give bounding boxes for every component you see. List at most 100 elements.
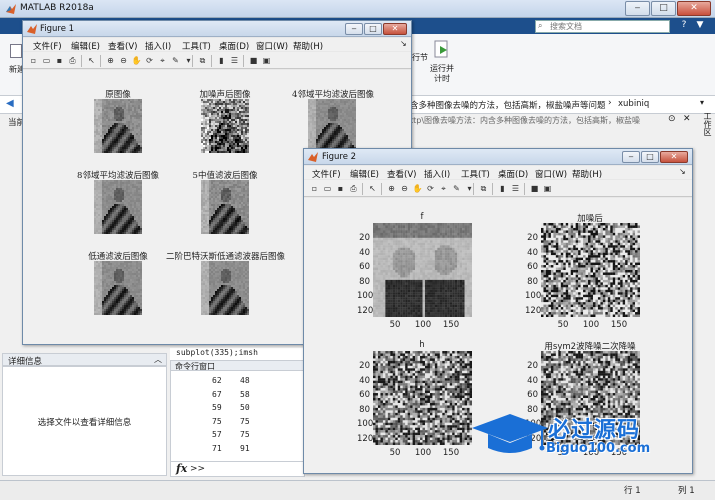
- cmd-output-cell: 71: [212, 443, 222, 453]
- rotate-icon[interactable]: ⟳: [144, 55, 155, 66]
- command-window[interactable]: [170, 371, 305, 461]
- figure1-menu-item[interactable]: 文件(F): [33, 40, 62, 52]
- figure2-menu-item[interactable]: 编辑(E): [350, 168, 379, 180]
- y-tick-label: 60: [527, 390, 538, 400]
- path-user-segment[interactable]: xubiniq: [618, 99, 649, 109]
- figure2-menu-item[interactable]: 文件(F): [312, 168, 341, 180]
- figure2-maximize-button[interactable]: □: [641, 151, 659, 163]
- figure1-minimize-button[interactable]: ‒: [345, 23, 363, 35]
- documentation-search-input[interactable]: 搜索文档: [535, 20, 670, 33]
- figure1-menu-item[interactable]: 插入(I): [145, 40, 171, 52]
- status-row: 行 1: [624, 486, 641, 496]
- toolbar-separator: [473, 183, 474, 195]
- expand-icon[interactable]: ▼: [692, 20, 708, 33]
- figure2-menu-item[interactable]: 查看(V): [387, 168, 416, 180]
- zoom-in-icon[interactable]: ⊕: [105, 55, 116, 66]
- editor-close-icon[interactable]: ✕: [683, 114, 691, 124]
- figure1-dock-icon[interactable]: ↘: [400, 39, 407, 48]
- hide-tools-icon[interactable]: ■: [529, 183, 540, 194]
- link-plot-icon[interactable]: ⧉: [197, 55, 208, 66]
- close-button[interactable]: ✕: [677, 1, 711, 16]
- zoom-out-icon[interactable]: ⊖: [399, 183, 410, 194]
- function-browser-icon[interactable]: fx: [176, 462, 187, 475]
- legend-icon[interactable]: ☰: [510, 183, 521, 194]
- figure1-menu-item[interactable]: 帮助(H): [293, 40, 323, 52]
- watermark-title: 必过源码: [548, 418, 641, 443]
- workspace-side-tab[interactable]: 工作区: [695, 112, 713, 152]
- run-and-time-button[interactable]: 运行并 计时: [427, 64, 457, 84]
- figure1-menu-item[interactable]: 编辑(E): [71, 40, 100, 52]
- data-cursor-icon[interactable]: ⌖: [438, 183, 449, 194]
- back-arrow-icon[interactable]: ◀: [6, 98, 14, 109]
- zoom-in-icon[interactable]: ⊕: [386, 183, 397, 194]
- save-icon[interactable]: ▪: [335, 183, 346, 194]
- new-figure-icon[interactable]: ▫: [309, 183, 320, 194]
- toolbar-separator: [362, 183, 363, 195]
- maximize-button[interactable]: □: [651, 1, 676, 16]
- pan-icon[interactable]: ✋: [412, 183, 423, 194]
- new-script-icon[interactable]: [10, 44, 22, 58]
- print-icon[interactable]: ⎙: [67, 55, 78, 66]
- save-icon[interactable]: ▪: [54, 55, 65, 66]
- pan-icon[interactable]: ✋: [131, 55, 142, 66]
- figure2-menu-item[interactable]: 工具(T): [461, 168, 490, 180]
- figure2-minimize-button[interactable]: ‒: [622, 151, 640, 163]
- y-tick-label: 80: [359, 404, 370, 415]
- edit-plot-icon[interactable]: ↖: [367, 183, 378, 194]
- edit-plot-icon[interactable]: ↖: [86, 55, 97, 66]
- figure1-menu-item[interactable]: 查看(V): [108, 40, 137, 52]
- y-tick-label: 60: [359, 390, 370, 400]
- link-plot-icon[interactable]: ⧉: [478, 183, 489, 194]
- figure2-close-button[interactable]: ✕: [660, 151, 688, 163]
- collapse-chevron-icon[interactable]: ︿: [154, 354, 162, 365]
- open-file-icon[interactable]: ▭: [322, 183, 333, 194]
- show-tools-icon[interactable]: ▣: [542, 183, 553, 194]
- minimize-button[interactable]: ‒: [625, 1, 650, 16]
- x-tick-label: 100: [582, 320, 600, 330]
- hide-tools-icon[interactable]: ■: [248, 55, 259, 66]
- figure1-close-button[interactable]: ✕: [383, 23, 407, 35]
- figure1-menu-item[interactable]: 桌面(D): [219, 40, 249, 52]
- y-tick-label: 60: [527, 262, 538, 272]
- image-4neighbor: [308, 99, 356, 153]
- figure2-menu-item[interactable]: 插入(I): [424, 168, 450, 180]
- brush-icon[interactable]: ✎: [170, 55, 181, 66]
- editor-tab[interactable]: ttp\图像去噪方法：内含多种图像去噪的方法，包括高斯，椒盐噪: [410, 115, 640, 126]
- prompt-symbol: >>: [190, 464, 206, 474]
- details-empty-message: 选择文件以查看详细信息: [37, 418, 132, 428]
- cmd-output-cell: 58: [240, 389, 250, 399]
- y-tick-label: 120: [357, 433, 374, 444]
- cmd-output-cell: 50: [240, 403, 250, 412]
- zoom-out-icon[interactable]: ⊖: [118, 55, 129, 66]
- figure2-menu-item[interactable]: 窗口(W): [535, 168, 567, 180]
- figure2-menu-item[interactable]: 桌面(D): [498, 168, 528, 180]
- toolbar-separator: [381, 183, 382, 195]
- new-figure-icon[interactable]: ▫: [28, 55, 39, 66]
- axes-title-h: h: [419, 340, 425, 350]
- brush-icon[interactable]: ✎: [451, 183, 462, 194]
- figure1-title: Figure 1: [40, 24, 75, 34]
- path-dropdown-icon[interactable]: ▾: [700, 98, 704, 107]
- figure1-maximize-button[interactable]: □: [364, 23, 382, 35]
- run-and-time-icon[interactable]: [433, 40, 451, 60]
- y-tick-label: 120: [525, 305, 542, 316]
- current-folder-path[interactable]: 含多种图像去噪的方法，包括高斯，椒盐噪声等问题: [410, 99, 606, 111]
- figure2-dock-icon[interactable]: ↘: [679, 167, 686, 176]
- help-icon[interactable]: ?: [677, 20, 691, 33]
- data-cursor-icon[interactable]: ⌖: [157, 55, 168, 66]
- show-tools-icon[interactable]: ▣: [261, 55, 272, 66]
- colorbar-icon[interactable]: ▮: [497, 183, 508, 194]
- open-file-icon[interactable]: ▭: [41, 55, 52, 66]
- figure2-menu-item[interactable]: 帮助(H): [572, 168, 602, 180]
- figure1-menu-item[interactable]: 工具(T): [182, 40, 211, 52]
- rotate-icon[interactable]: ⟳: [425, 183, 436, 194]
- editor-code-line[interactable]: subplot(335);imsh: [170, 348, 310, 360]
- toolbar-separator: [192, 55, 193, 67]
- run-section-label[interactable]: 行节: [412, 52, 428, 63]
- figure1-menu-item[interactable]: 窗口(W): [256, 40, 288, 52]
- colorbar-icon[interactable]: ▮: [216, 55, 227, 66]
- y-tick-label: 100: [357, 419, 374, 429]
- editor-clear-icon[interactable]: ⊙: [668, 114, 676, 124]
- legend-icon[interactable]: ☰: [229, 55, 240, 66]
- print-icon[interactable]: ⎙: [348, 183, 359, 194]
